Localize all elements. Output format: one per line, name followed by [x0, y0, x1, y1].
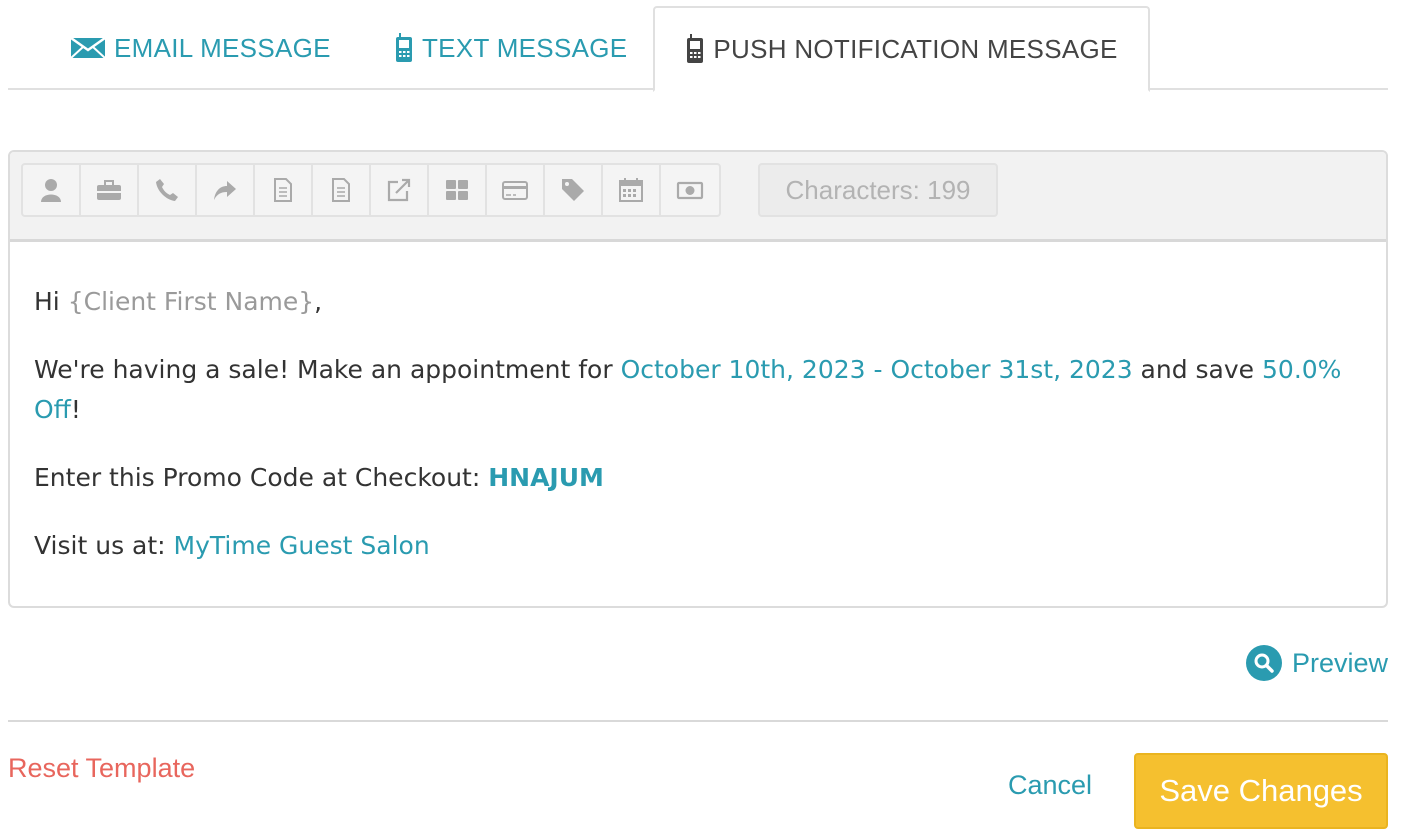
credit-card-icon: [502, 181, 528, 200]
grid-icon: [446, 180, 468, 200]
sale-text-suffix: !: [70, 395, 81, 424]
phone-icon: [394, 33, 414, 62]
sale-line: We're having a sale! Make an appointment…: [34, 350, 1354, 430]
message-body[interactable]: Hi {Client First Name}, We're having a s…: [34, 282, 1354, 594]
share-icon: [214, 181, 236, 200]
tab-email-label: EMAIL MESSAGE: [114, 32, 331, 63]
tag-icon: [562, 179, 584, 201]
save-changes-button[interactable]: Save Changes: [1134, 753, 1388, 829]
insert-tag-button[interactable]: [545, 165, 603, 215]
insert-document-2-button[interactable]: [313, 165, 371, 215]
document-icon: [332, 178, 350, 202]
visit-line: Visit us at: MyTime Guest Salon: [34, 526, 1354, 566]
magnifier-icon: [1245, 645, 1282, 681]
cancel-button[interactable]: Cancel: [1008, 770, 1092, 801]
insert-business-button[interactable]: [81, 165, 139, 215]
insert-document-button[interactable]: [255, 165, 313, 215]
visit-text: Visit us at:: [34, 531, 174, 560]
insert-share-button[interactable]: [197, 165, 255, 215]
salon-name-variable: MyTime Guest Salon: [173, 531, 430, 560]
tab-email-message[interactable]: EMAIL MESSAGE: [70, 6, 331, 90]
tab-text-message[interactable]: TEXT MESSAGE: [394, 6, 627, 90]
greeting-line: Hi {Client First Name},: [34, 282, 1354, 322]
promo-text: Enter this Promo Code at Checkout:: [34, 463, 489, 492]
editor-toolbar: Characters: 199: [10, 152, 1386, 242]
insert-client-button[interactable]: [23, 165, 81, 215]
calendar-icon: [619, 178, 643, 202]
insert-variable-buttons: [21, 163, 721, 217]
insert-payment-button[interactable]: [487, 165, 545, 215]
insert-price-button[interactable]: [661, 165, 719, 215]
sale-text: We're having a sale! Make an appointment…: [34, 355, 621, 384]
document-icon: [274, 178, 292, 202]
sale-text-mid: and save: [1132, 355, 1263, 384]
money-icon: [676, 181, 704, 200]
promo-line: Enter this Promo Code at Checkout: HNAJU…: [34, 458, 1354, 498]
phone-icon: [685, 34, 705, 63]
insert-phone-button[interactable]: [139, 165, 197, 215]
tab-text-label: TEXT MESSAGE: [422, 32, 628, 63]
reset-template-link[interactable]: Reset Template: [8, 753, 195, 784]
tab-push-notification-message[interactable]: PUSH NOTIFICATION MESSAGE: [653, 6, 1150, 92]
preview-link[interactable]: Preview: [1245, 645, 1388, 681]
greeting-prefix: Hi: [34, 287, 68, 316]
tab-push-label: PUSH NOTIFICATION MESSAGE: [713, 33, 1118, 64]
preview-label: Preview: [1291, 647, 1388, 678]
promo-code: HNAJUM: [488, 463, 604, 492]
message-tabs: EMAIL MESSAGE TEXT MESSAGE PUSH NOTIFICA…: [8, 6, 1388, 92]
briefcase-icon: [97, 180, 121, 200]
phone-icon: [156, 179, 178, 201]
client-first-name-variable: {Client First Name}: [67, 287, 315, 316]
external-link-icon: [387, 178, 411, 202]
character-count: Characters: 199: [758, 163, 998, 217]
insert-services-button[interactable]: [429, 165, 487, 215]
insert-date-button[interactable]: [603, 165, 661, 215]
insert-link-button[interactable]: [371, 165, 429, 215]
envelope-icon: [70, 34, 106, 62]
message-editor: Characters: 199 Hi {Client First Name}, …: [8, 150, 1388, 608]
date-range-variable: October 10th, 2023 - October 31st, 2023: [620, 355, 1133, 384]
divider: [8, 720, 1388, 722]
greeting-suffix: ,: [314, 287, 323, 316]
person-icon: [41, 179, 61, 202]
